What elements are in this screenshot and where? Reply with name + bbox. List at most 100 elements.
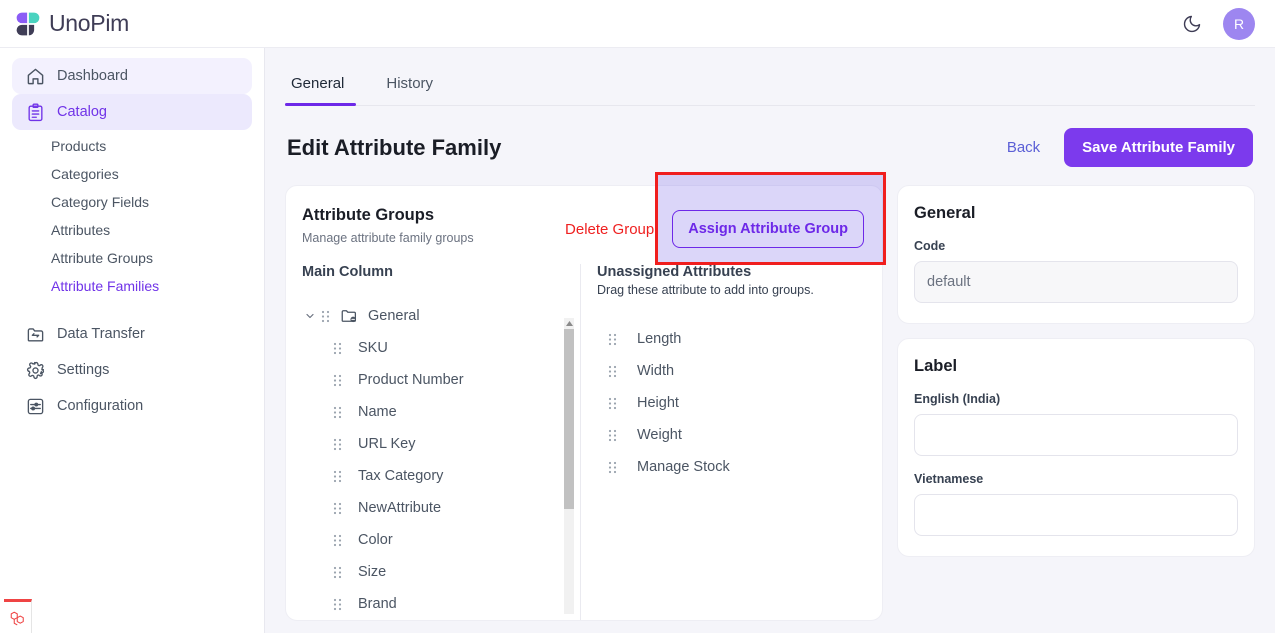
sidebar-item-label: Catalog (57, 104, 107, 120)
tree-item-newattribute[interactable]: NewAttribute (302, 492, 580, 524)
label-english-label: English (India) (914, 392, 1238, 406)
list-item-height[interactable]: Height (597, 387, 866, 419)
main-column-title: Main Column (302, 264, 580, 280)
folder-minus-icon (340, 307, 358, 325)
folder-exchange-icon (26, 325, 45, 344)
sidebar-item-configuration[interactable]: Configuration (12, 388, 252, 424)
tree-item-label: Product Number (358, 372, 464, 388)
tree-item-tax-category[interactable]: Tax Category (302, 460, 580, 492)
tree-item-label: SKU (358, 340, 388, 356)
main-content: General History Edit Attribute Family Ba… (265, 48, 1275, 633)
sidebar-item-category-fields[interactable]: Category Fields (12, 188, 252, 216)
drag-handle-icon[interactable] (330, 532, 344, 548)
sidebar-item-label: Settings (57, 362, 109, 378)
tree-item-label: Size (358, 564, 386, 580)
tree-item-name[interactable]: Name (302, 396, 580, 428)
tree-item-brand[interactable]: Brand (302, 588, 580, 620)
drag-handle-icon[interactable] (330, 468, 344, 484)
sidebar-item-products[interactable]: Products (12, 132, 252, 160)
tree-item-product-number[interactable]: Product Number (302, 364, 580, 396)
tree-scrollbar-thumb[interactable] (564, 329, 574, 509)
tree-item-label: URL Key (358, 436, 415, 452)
sidebar-item-attribute-families[interactable]: Attribute Families (12, 272, 252, 300)
tree-item-url-key[interactable]: URL Key (302, 428, 580, 460)
list-item-length[interactable]: Length (597, 323, 866, 355)
sidebar-item-catalog[interactable]: Catalog (12, 94, 252, 130)
main-column: Main Column (286, 264, 580, 620)
sidebar-item-settings[interactable]: Settings (12, 352, 252, 388)
drag-handle-icon[interactable] (330, 340, 344, 356)
delete-group-button[interactable]: Delete Group (561, 217, 658, 242)
tree-group-general[interactable]: General (302, 300, 580, 332)
moon-icon[interactable] (1179, 11, 1205, 37)
drag-handle-icon[interactable] (605, 331, 619, 347)
sidebar-item-dashboard[interactable]: Dashboard (12, 58, 252, 94)
code-label: Code (914, 239, 1238, 253)
top-bar: UnoPim R (0, 0, 1275, 48)
sidebar-item-attributes[interactable]: Attributes (12, 216, 252, 244)
drag-handle-icon[interactable] (318, 308, 332, 324)
sidebar-item-attribute-groups[interactable]: Attribute Groups (12, 244, 252, 272)
sidebar-item-label: Dashboard (57, 68, 128, 84)
drag-handle-icon[interactable] (330, 564, 344, 580)
general-panel: General Code (897, 185, 1255, 324)
attribute-groups-titles: Attribute Groups Manage attribute family… (302, 206, 474, 245)
sidebar-item-label: Data Transfer (57, 326, 145, 342)
drag-handle-icon[interactable] (605, 395, 619, 411)
chevron-down-icon[interactable] (302, 308, 318, 324)
unassigned-title: Unassigned Attributes (597, 264, 866, 280)
application-window: UnoPim R Dashboard (0, 0, 1275, 633)
list-item-label: Weight (637, 427, 682, 443)
laravel-debugbar-toggle[interactable] (4, 599, 32, 633)
sidebar-item-categories[interactable]: Categories (12, 160, 252, 188)
right-sidebar-panels: General Code Label English (India) (897, 185, 1255, 557)
avatar[interactable]: R (1223, 8, 1255, 40)
code-input[interactable] (914, 261, 1238, 303)
unassigned-description: Drag these attribute to add into groups. (597, 283, 866, 297)
drag-handle-icon[interactable] (330, 404, 344, 420)
list-item-manage-stock[interactable]: Manage Stock (597, 451, 866, 483)
assign-attribute-group-button[interactable]: Assign Attribute Group (672, 210, 864, 248)
tree-item-size[interactable]: Size (302, 556, 580, 588)
sliders-icon (26, 397, 45, 416)
label-vietnamese-input[interactable] (914, 494, 1238, 536)
home-icon (26, 67, 45, 86)
label-field-vietnamese-wrapper: Vietnamese (914, 472, 1238, 536)
drag-handle-icon[interactable] (605, 459, 619, 475)
drag-handle-icon[interactable] (330, 436, 344, 452)
tree-item-label: Brand (358, 596, 397, 612)
tree-item-label: NewAttribute (358, 500, 441, 516)
drag-handle-icon[interactable] (330, 596, 344, 612)
card-subtitle: Manage attribute family groups (302, 231, 474, 245)
unopim-logo-icon (14, 10, 42, 38)
list-item-label: Length (637, 331, 681, 347)
tree-item-color[interactable]: Color (302, 524, 580, 556)
tree-item-sku[interactable]: SKU (302, 332, 580, 364)
drag-handle-icon[interactable] (330, 500, 344, 516)
general-panel-title: General (914, 204, 1238, 223)
tree-scrollbar[interactable] (564, 318, 574, 614)
tab-general[interactable]: General (285, 75, 364, 105)
list-item-label: Width (637, 363, 674, 379)
tab-history[interactable]: History (364, 75, 455, 105)
back-button[interactable]: Back (1001, 135, 1046, 160)
save-attribute-family-button[interactable]: Save Attribute Family (1064, 128, 1253, 167)
list-item-width[interactable]: Width (597, 355, 866, 387)
body-layout: Dashboard Catalog Products Categories Ca… (0, 48, 1275, 633)
clipboard-icon (26, 103, 45, 122)
sidebar-item-data-transfer[interactable]: Data Transfer (12, 316, 252, 352)
label-vietnamese-label: Vietnamese (914, 472, 1238, 486)
scroll-up-icon[interactable] (565, 319, 573, 327)
gear-icon (26, 361, 45, 380)
brand-logo[interactable]: UnoPim (14, 10, 129, 38)
label-english-input[interactable] (914, 414, 1238, 456)
drag-handle-icon[interactable] (330, 372, 344, 388)
list-item-weight[interactable]: Weight (597, 419, 866, 451)
label-field-english-wrapper: English (India) (914, 392, 1238, 456)
drag-handle-icon[interactable] (605, 363, 619, 379)
content-area: Attribute Groups Manage attribute family… (285, 185, 1255, 621)
attribute-tree-scroll[interactable]: General SKU (302, 300, 580, 620)
list-item-label: Height (637, 395, 679, 411)
tree-item-label: Tax Category (358, 468, 443, 484)
drag-handle-icon[interactable] (605, 427, 619, 443)
